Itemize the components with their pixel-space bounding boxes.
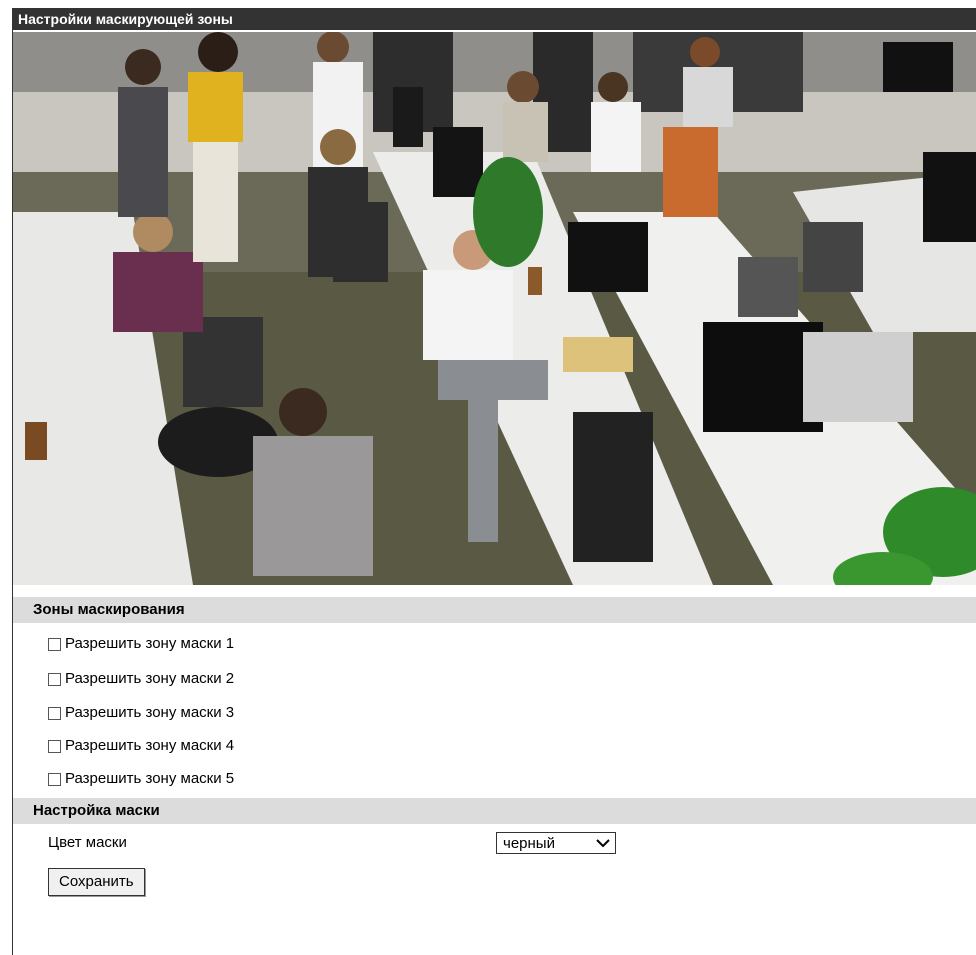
mask-zone-5-label: Разрешить зону маски 5	[65, 770, 235, 787]
camera-preview	[13, 32, 976, 585]
mask-zone-2-label: Разрешить зону маски 2	[65, 670, 235, 687]
mask-zone-1-label: Разрешить зону маски 1	[65, 635, 235, 652]
mask-zones-heading: Зоны маскирования	[13, 597, 976, 623]
mask-zone-4-row[interactable]: Разрешить зону маски 4	[48, 735, 234, 757]
mask-settings-heading: Настройка маски	[13, 798, 976, 824]
mask-zone-3-row[interactable]: Разрешить зону маски 3	[48, 702, 234, 724]
camera-preview-image	[13, 32, 976, 585]
mask-zone-2-checkbox[interactable]	[48, 672, 61, 686]
mask-zone-5-checkbox[interactable]	[48, 772, 61, 786]
mask-zone-3-checkbox[interactable]	[48, 706, 61, 720]
mask-zone-4-label: Разрешить зону маски 4	[65, 737, 235, 754]
mask-zone-4-checkbox[interactable]	[48, 739, 61, 753]
mask-color-label: Цвет маски	[48, 834, 127, 851]
chevron-down-icon	[596, 839, 610, 848]
mask-color-value: черный	[503, 834, 555, 852]
mask-zone-3-label: Разрешить зону маски 3	[65, 704, 235, 721]
mask-zone-5-row[interactable]: Разрешить зону маски 5	[48, 768, 234, 790]
save-button[interactable]: Сохранить	[48, 868, 145, 896]
mask-zone-1-row[interactable]: Разрешить зону маски 1	[48, 633, 234, 655]
mask-color-select[interactable]: черный	[496, 832, 616, 854]
mask-zone-2-row[interactable]: Разрешить зону маски 2	[48, 668, 234, 690]
mask-zone-1-checkbox[interactable]	[48, 637, 61, 651]
page-title: Настройки маскирующей зоны	[12, 8, 976, 30]
